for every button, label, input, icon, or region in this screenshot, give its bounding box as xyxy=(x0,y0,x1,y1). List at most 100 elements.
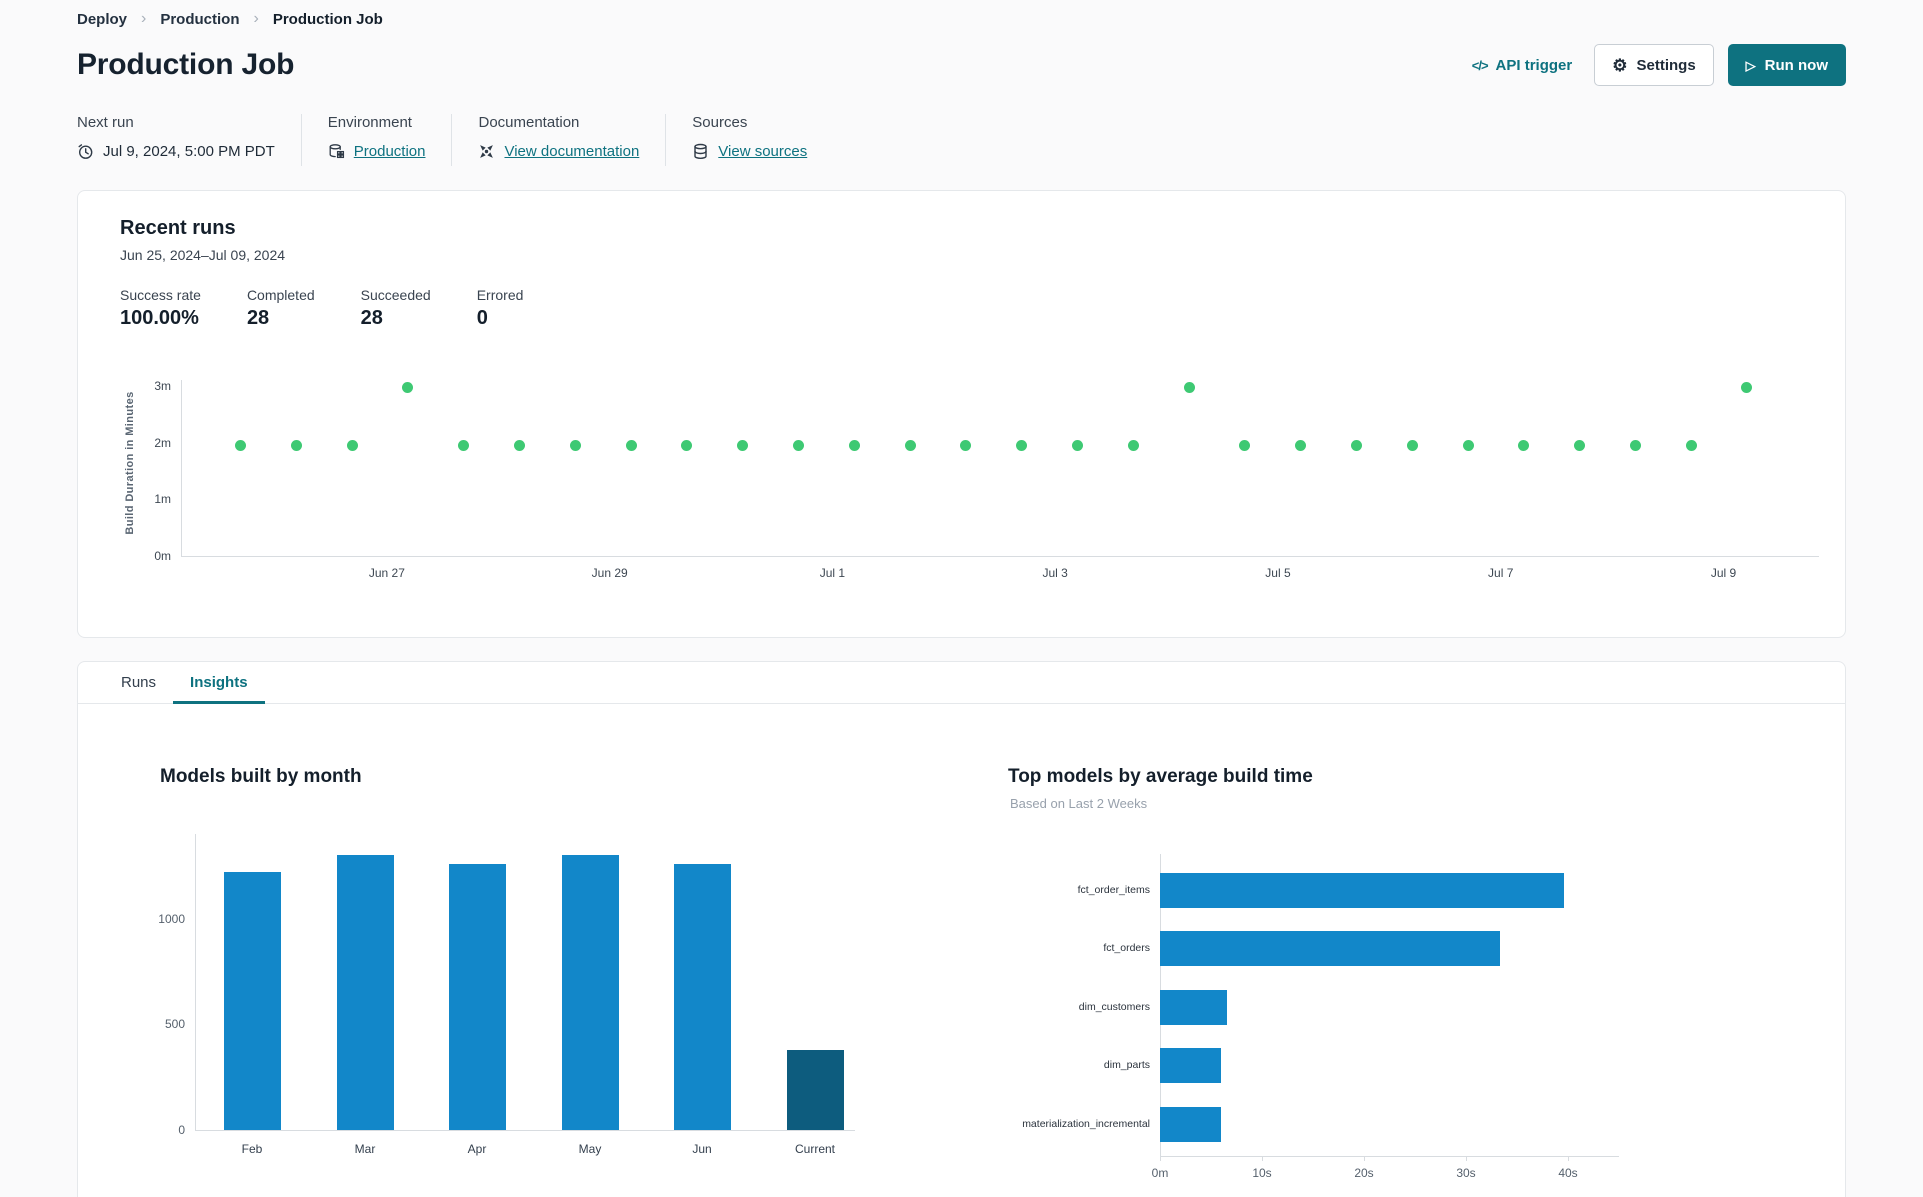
stat-label: Success rate xyxy=(120,287,201,303)
x-axis-line xyxy=(181,556,1819,557)
run-dot[interactable] xyxy=(904,439,916,451)
dbt-docs-icon xyxy=(480,145,494,158)
tab-insights[interactable]: Insights xyxy=(173,662,265,704)
top-models-chart-subtitle: Based on Last 2 Weeks xyxy=(1010,796,1148,811)
run-dot[interactable] xyxy=(1295,439,1307,451)
code-icon: </> xyxy=(1471,57,1489,73)
hbar-chart-category-label: fct_orders xyxy=(1103,942,1150,954)
page-header: Production Job </> API trigger ⚙ Setting… xyxy=(77,44,1846,86)
stat-succeeded: Succeeded 28 xyxy=(361,287,431,330)
model-bar-fct_orders xyxy=(1160,930,1500,966)
bar-chart-y-tick: 0 xyxy=(178,1123,185,1137)
run-dot[interactable] xyxy=(1741,382,1753,394)
environment-link[interactable]: Production xyxy=(354,143,426,160)
stat-value: 28 xyxy=(360,307,383,329)
run-dot[interactable] xyxy=(1518,439,1530,451)
run-dot[interactable] xyxy=(1462,439,1474,451)
view-sources-link[interactable]: View sources xyxy=(718,143,807,160)
month-bar-mar xyxy=(336,855,394,1130)
bar-chart-category-label: Feb xyxy=(241,1142,263,1156)
bar-chart-y-axis-line xyxy=(195,834,196,1130)
run-dot[interactable] xyxy=(1406,439,1418,451)
run-dot[interactable] xyxy=(848,439,860,451)
run-dot[interactable] xyxy=(960,439,972,451)
run-dot[interactable] xyxy=(290,439,302,451)
job-info-row: Next run Jul 9, 2024, 5:00 PM PDT Enviro… xyxy=(77,114,1846,166)
run-now-button[interactable]: ▷ Run now xyxy=(1727,44,1846,86)
x-tick-label: Jul 9 xyxy=(1710,566,1737,580)
hbar-chart-x-tick: 10s xyxy=(1252,1166,1272,1180)
stat-label: Errored xyxy=(476,287,524,303)
run-dot[interactable] xyxy=(458,439,470,451)
run-dot[interactable] xyxy=(793,439,805,451)
run-dot[interactable] xyxy=(402,382,414,394)
model-bar-materialization_incremental xyxy=(1160,1106,1222,1142)
divider xyxy=(665,114,667,166)
recent-runs-stats: Success rate 100.00% Completed 28 Succee… xyxy=(120,287,1803,330)
run-dot[interactable] xyxy=(1574,439,1586,451)
settings-button[interactable]: ⚙ Settings xyxy=(1594,44,1714,86)
sources-info: Sources View sources xyxy=(692,114,833,160)
bar-chart-category-label: May xyxy=(578,1142,602,1156)
run-dot[interactable] xyxy=(1629,439,1641,451)
recent-runs-date-range: Jun 25, 2024–Jul 09, 2024 xyxy=(120,247,286,263)
environment-info: Environment Production xyxy=(328,114,452,160)
hbar-chart-tick-mark xyxy=(1160,1156,1161,1161)
y-tick-label: 0m xyxy=(154,549,171,563)
divider xyxy=(300,114,302,166)
stat-completed: Completed 28 xyxy=(247,287,315,330)
view-documentation-link[interactable]: View documentation xyxy=(504,143,639,160)
hbar-chart-category-label: materialization_incremental xyxy=(1022,1118,1150,1130)
recent-runs-title: Recent runs xyxy=(120,217,236,239)
month-bar-jun xyxy=(673,863,731,1130)
breadcrumb: Deploy › Production › Production Job xyxy=(77,10,1846,28)
next-run-value: Jul 9, 2024, 5:00 PM PDT xyxy=(103,143,275,160)
run-dot[interactable] xyxy=(1685,439,1697,451)
breadcrumb-production[interactable]: Production xyxy=(160,11,239,28)
run-dot[interactable] xyxy=(346,439,358,451)
tab-bar: Runs Insights xyxy=(78,662,1845,704)
hbar-chart-tick-mark xyxy=(1568,1156,1569,1161)
next-run-info: Next run Jul 9, 2024, 5:00 PM PDT xyxy=(77,114,301,160)
run-dot[interactable] xyxy=(681,439,693,451)
run-dot[interactable] xyxy=(514,439,526,451)
run-dot[interactable] xyxy=(737,439,749,451)
tab-runs[interactable]: Runs xyxy=(104,662,173,703)
run-dot[interactable] xyxy=(1183,382,1195,394)
clock-icon xyxy=(78,144,93,159)
play-icon: ▷ xyxy=(1745,57,1756,73)
sources-label: Sources xyxy=(692,114,748,131)
insights-charts-area: Models built by month Top models by aver… xyxy=(78,704,1845,1197)
x-tick-label: Jun 29 xyxy=(591,566,628,580)
documentation-label: Documentation xyxy=(478,114,580,131)
breadcrumb-deploy[interactable]: Deploy xyxy=(77,11,127,28)
stat-value: 0 xyxy=(476,307,488,329)
run-dot[interactable] xyxy=(1127,439,1139,451)
model-bar-fct_order_items xyxy=(1160,872,1564,908)
x-tick-label: Jul 1 xyxy=(819,566,846,580)
run-dot[interactable] xyxy=(1016,439,1028,451)
hbar-chart-x-tick: 40s xyxy=(1558,1166,1578,1180)
header-actions: </> API trigger ⚙ Settings ▷ Run now xyxy=(1472,44,1846,86)
scatter-y-axis-label: Build Duration in Minutes xyxy=(124,391,136,535)
model-bar-dim_parts xyxy=(1160,1047,1222,1083)
run-dot[interactable] xyxy=(625,439,637,451)
run-dot[interactable] xyxy=(1239,439,1251,451)
top-models-chart-title: Top models by average build time xyxy=(1008,766,1313,787)
run-dot[interactable] xyxy=(569,439,581,451)
environment-label: Environment xyxy=(327,114,412,131)
settings-label: Settings xyxy=(1636,56,1696,74)
month-bar-feb xyxy=(223,872,281,1130)
y-tick-label: 2m xyxy=(154,435,171,450)
run-dot[interactable] xyxy=(1071,439,1083,451)
run-dot[interactable] xyxy=(1350,439,1362,451)
api-trigger-label: API trigger xyxy=(1495,56,1573,74)
x-tick-label: Jul 3 xyxy=(1042,566,1068,580)
chevron-right-icon: › xyxy=(141,10,147,27)
api-trigger-link[interactable]: </> API trigger xyxy=(1472,57,1572,74)
chevron-right-icon: › xyxy=(253,10,259,27)
stat-value: 100.00% xyxy=(120,307,199,329)
run-dot[interactable] xyxy=(235,439,247,451)
models-built-chart-title: Models built by month xyxy=(160,766,362,787)
recent-runs-card: Recent runs Jun 25, 2024–Jul 09, 2024 Su… xyxy=(77,190,1846,638)
